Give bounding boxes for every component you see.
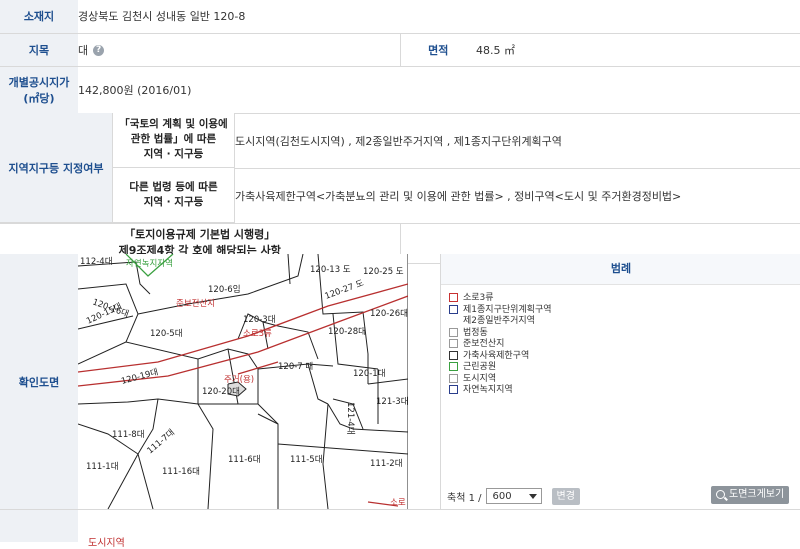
legend-swatch	[449, 362, 458, 371]
area-value: 48.5 ㎡	[476, 33, 800, 67]
legend-item: 가축사육제한구역	[449, 350, 800, 363]
legend-item: 자연녹지지역	[449, 385, 800, 397]
magnifier-icon	[716, 489, 725, 499]
legend-swatch	[449, 304, 458, 314]
map-section: 확인도면 112-4대 120-6임 120-13 도 120-25 도 120…	[0, 254, 800, 509]
legend-item: 법정동	[449, 327, 800, 340]
jimok-cell: 대?	[78, 33, 400, 67]
zoning-row-1: 지역지구등 지정여부 도시지역(김천도시지역) , 제2종일반주거지역 , 제1…	[0, 113, 800, 224]
map-section-label: 확인도면	[0, 254, 78, 509]
legend-title: 범례	[441, 254, 800, 285]
zoning-other-value: 가축사육제한구역<가축분뇨의 관리 및 이용에 관한 법률> , 정비구역<도시…	[235, 168, 800, 224]
legend-item-label: 제2종일반주거지역	[463, 316, 535, 326]
map-label-120-1: 120-1대	[353, 369, 386, 379]
map-zoom-button[interactable]: 도면크게보기	[711, 486, 790, 504]
map-label-111-6: 111-6대	[228, 455, 261, 465]
jimok-label: 지목	[0, 33, 78, 67]
location-label: 소재지	[0, 0, 78, 34]
zoning-national-value: 도시지역(김천도시지역) , 제2종일반주거지역 , 제1종지구단위계획구역	[235, 113, 800, 169]
map-label-121-4: 121-4대	[345, 402, 355, 435]
map-label-120-25: 120-25 도	[363, 267, 404, 277]
legend-swatch	[449, 293, 458, 302]
price-label-line1: 개별공시지가	[8, 75, 70, 89]
jimok-row: 지목 대? 면적 48.5 ㎡	[0, 33, 800, 67]
regulation-label-line1: 「토지이용규제 기본법 시행령」	[124, 228, 276, 241]
legend-list: 소로3류 제1종지구단위계획구역 제2종일반주거지역 법정동 준보전산지 가축사육제한구역…	[441, 285, 800, 397]
cadastral-map[interactable]: 112-4대 120-6임 120-13 도 120-25 도 120-27 도…	[78, 254, 408, 509]
map-label-cultural: 준보전산지	[176, 298, 215, 309]
jimok-value: 대	[78, 43, 89, 57]
legend-item-label: 소로3류	[463, 293, 494, 303]
chevron-down-icon	[528, 494, 537, 499]
legend-item-label: 준보전산지	[463, 339, 505, 349]
legend-swatch	[449, 385, 458, 394]
legend-swatch	[449, 350, 458, 360]
legend-swatch	[449, 373, 458, 383]
map-label-120-7: 120-7 대	[278, 362, 313, 372]
legend-item: 준보전산지	[449, 339, 800, 351]
price-label-line2: (㎡당)	[23, 91, 55, 105]
legend-item: 근린공원	[449, 362, 800, 374]
map-label-green-zone: 자연녹지지역	[126, 258, 173, 269]
map-label-120-20: 120-20대	[202, 387, 240, 397]
legend-swatch	[449, 339, 458, 348]
legend-panel: 범례 소로3류 제1종지구단위계획구역 제2종일반주거지역 법정동 준보전산지 가축사육제…	[440, 254, 800, 509]
map-label-112-4: 112-4대	[80, 257, 113, 267]
map-label-111-5: 111-5대	[290, 455, 323, 465]
map-label-120-6: 120-6임	[208, 284, 241, 295]
map-label-soro: 소로3류	[243, 329, 272, 339]
map-label-120-26: 120-26대	[370, 309, 408, 319]
legend-item-label: 제1종지구단위계획구역	[463, 304, 552, 315]
legend-item: 제2종일반주거지역	[449, 316, 800, 328]
map-label-120-5: 120-5대	[150, 329, 183, 339]
bottom-row: 도시지역	[0, 509, 800, 549]
map-label-121-3: 121-3대	[376, 397, 408, 407]
map-label-111-1: 111-1대	[86, 462, 119, 472]
legend-item: 소로3류	[449, 293, 800, 305]
scale-value: 600	[492, 491, 512, 502]
map-label-soro-bottom: 소로	[390, 498, 406, 508]
zoning-label: 지역지구등 지정여부	[0, 113, 235, 224]
land-info-table: 소재지 경상북도 김천시 성내동 일반 120-8 지목 대? 면적 48.5 …	[0, 0, 800, 264]
scale-select[interactable]: 600	[485, 488, 542, 504]
legend-item-label: 법정동	[463, 327, 488, 338]
price-label: 개별공시지가 (㎡당)	[0, 66, 78, 114]
bottom-text: 도시지역	[88, 538, 125, 549]
map-label-120-28: 120-28대	[328, 327, 366, 337]
legend-item: 도시지역	[449, 373, 800, 386]
map-label-target: 주거(용)	[224, 375, 254, 385]
legend-item-label: 자연녹지지역	[463, 385, 513, 395]
area-label: 면적	[399, 33, 476, 67]
map-label-120-13: 120-13 도	[310, 265, 351, 275]
legend-item-label: 도시지역	[463, 373, 497, 384]
scale-label: 축척 1 /	[447, 492, 482, 504]
scale-change-button[interactable]: 변경	[551, 487, 580, 505]
map-label-111-8: 111-8대	[112, 430, 145, 440]
price-row: 개별공시지가 (㎡당) 142,800원 (2016/01)	[0, 66, 800, 114]
map-zoom-label: 도면크게보기	[729, 489, 785, 500]
legend-item-label: 가축사육제한구역	[463, 350, 530, 361]
legend-item: 제1종지구단위계획구역	[449, 304, 800, 317]
map-label-111-2: 111-2대	[370, 459, 403, 469]
location-value: 경상북도 김천시 성내동 일반 120-8	[78, 0, 800, 34]
map-label-111-16: 111-16대	[162, 467, 200, 477]
price-value: 142,800원 (2016/01)	[78, 66, 800, 114]
help-icon[interactable]: ?	[93, 45, 105, 56]
legend-swatch	[449, 327, 458, 337]
bottom-label-cell	[0, 510, 78, 542]
legend-item-label: 근린공원	[463, 362, 497, 372]
location-row: 소재지 경상북도 김천시 성내동 일반 120-8	[0, 0, 800, 34]
scale-controls: 축척 1 / 600 변경	[447, 486, 580, 506]
map-label-120-3: 120-3대	[243, 315, 276, 325]
